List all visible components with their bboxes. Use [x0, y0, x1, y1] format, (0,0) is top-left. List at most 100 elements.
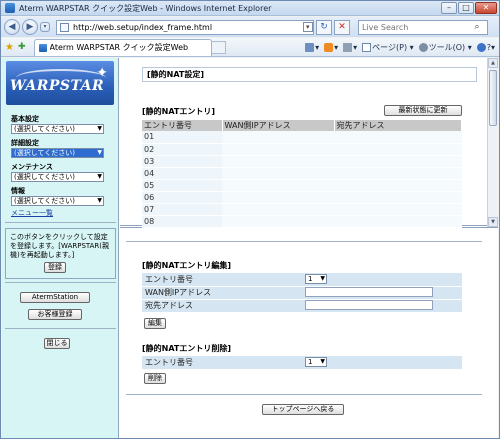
aterm-station-button[interactable]: AtermStation	[20, 292, 90, 303]
page-content: ✦ WARPSTAR 基本設定 (選択してください) ▼ 詳細設定 (選択してくだ…	[2, 58, 498, 438]
edit-entry-select[interactable]: 1 ▼	[305, 274, 327, 285]
destination-cell	[334, 191, 462, 204]
destination-cell	[334, 179, 462, 192]
menu-basic-label: 基本設定	[11, 115, 39, 123]
entry-section-title: [静的NATエントリ]	[142, 107, 216, 116]
menu-detail-select[interactable]: (選択してください) ▼	[11, 148, 104, 158]
edit-entry-cell: 1 ▼	[302, 273, 462, 287]
destination-cell	[334, 143, 462, 156]
scroll-down-icon[interactable]: ▼	[488, 217, 498, 227]
tools-menu[interactable]: ツール(O) ▾	[418, 42, 472, 53]
tab-active[interactable]: Aterm WARPSTAR クイック設定Web	[33, 38, 212, 56]
refresh-icon[interactable]: ↻	[316, 19, 332, 35]
favorites-star-icon[interactable]: ★	[5, 42, 14, 53]
table-header-row: エントリ番号 WAN側IPアドレス 宛先アドレス	[142, 120, 462, 131]
register-button[interactable]: 登録	[44, 262, 66, 273]
scroll-thumb[interactable]	[489, 70, 497, 126]
delete-entry-label: エントリ番号	[142, 356, 302, 370]
destination-cell	[334, 203, 462, 216]
browser-window: Aterm WARPSTAR クイック設定Web - Windows Inter…	[0, 0, 500, 439]
search-input[interactable]	[359, 20, 469, 34]
menu-info-label: 情報	[11, 187, 25, 195]
address-dropdown-icon[interactable]: ▾	[303, 22, 313, 32]
menu-detail: 詳細設定 (選択してください) ▼	[11, 138, 104, 158]
search-icon[interactable]: ⌕	[469, 22, 485, 32]
dest-label: 宛先アドレス	[142, 299, 302, 313]
entry-number-cell: 05	[142, 179, 222, 192]
tools-menu-label[interactable]: ツール(O) ▾	[429, 43, 472, 52]
dest-input[interactable]	[305, 299, 433, 310]
table-row: 08	[142, 215, 462, 228]
close-page-button[interactable]: 閉じる	[44, 338, 70, 349]
maximize-button[interactable]: □	[458, 2, 474, 14]
page-menu[interactable]: ページ(P) ▾	[362, 42, 414, 53]
wan-ip-input[interactable]	[305, 286, 433, 297]
recent-pages-icon[interactable]: ▾	[40, 22, 50, 32]
wan-ip-row: WAN側IPアドレス	[142, 286, 462, 300]
print-icon	[343, 42, 353, 52]
delete-entry-cell: 1 ▼	[302, 356, 462, 370]
address-row: ◀ ▶ ▾ http://web.setup/index_frame.html …	[1, 17, 499, 37]
home-dropdown[interactable]: ▾	[315, 43, 319, 52]
wan-ip-cell	[222, 131, 334, 144]
stop-icon[interactable]: ✕	[334, 19, 350, 35]
col-entry-number: エントリ番号	[142, 120, 223, 131]
address-bar[interactable]: http://web.setup/index_frame.html ▾	[56, 19, 314, 35]
menu-maintenance-label: メンテナンス	[11, 163, 53, 171]
menu-info-select[interactable]: (選択してください) ▼	[11, 196, 104, 206]
page-icon	[60, 22, 69, 32]
sidebar-divider	[5, 328, 116, 329]
minimize-button[interactable]: –	[441, 2, 457, 14]
section-divider	[126, 241, 482, 242]
gear-icon	[418, 42, 428, 52]
home-button[interactable]: ▾	[305, 42, 319, 52]
edit-button[interactable]: 編集	[144, 318, 166, 329]
command-bar: ★ ✚ Aterm WARPSTAR クイック設定Web ▾ ▾ ▾ ページ(P…	[1, 38, 499, 57]
feeds-icon	[324, 42, 334, 52]
feeds-dropdown[interactable]: ▾	[334, 43, 338, 52]
wan-ip-cell	[302, 286, 462, 300]
section-divider	[126, 394, 482, 395]
search-box[interactable]: ⌕	[358, 19, 488, 35]
add-favorites-icon[interactable]: ✚	[18, 42, 26, 52]
sidebar-divider	[5, 222, 116, 223]
menu-basic-select[interactable]: (選択してください) ▼	[11, 124, 104, 134]
help-menu-label[interactable]: ?▾	[487, 43, 495, 52]
top-frame-scrollbar[interactable]: ▲ ▼	[487, 58, 498, 227]
window-title: Aterm WARPSTAR クイック設定Web - Windows Inter…	[19, 3, 272, 13]
delete-button[interactable]: 削除	[144, 373, 166, 384]
wan-ip-cell	[222, 179, 334, 192]
help-icon	[476, 42, 486, 52]
print-button[interactable]: ▾	[343, 42, 357, 52]
home-icon	[305, 42, 315, 52]
entry-number-cell: 01	[142, 131, 222, 144]
wan-ip-cell	[222, 215, 334, 228]
wan-ip-cell	[222, 155, 334, 168]
print-dropdown[interactable]: ▾	[353, 43, 357, 52]
edit-section-title: [静的NATエントリ編集]	[142, 261, 232, 270]
page-menu-label[interactable]: ページ(P) ▾	[372, 43, 413, 52]
refresh-state-button[interactable]: 最新状態に更新	[384, 105, 462, 116]
entry-number-cell: 04	[142, 167, 222, 180]
close-window-button[interactable]: ✕	[475, 2, 497, 14]
destination-cell	[334, 167, 462, 180]
menu-maintenance: メンテナンス (選択してください) ▼	[11, 162, 104, 182]
help-menu[interactable]: ?▾	[476, 42, 495, 52]
sidebar-divider	[5, 282, 116, 283]
entry-number-cell: 03	[142, 155, 222, 168]
customer-register-button[interactable]: お客様登録	[28, 309, 82, 320]
menu-list-link[interactable]: メニュー一覧	[11, 208, 53, 218]
delete-entry-value: 1	[308, 358, 313, 367]
scroll-up-icon[interactable]: ▲	[488, 58, 498, 68]
menu-info: 情報 (選択してください) ▼	[11, 186, 104, 206]
delete-entry-select[interactable]: 1 ▼	[305, 357, 327, 368]
forward-icon[interactable]: ▶	[22, 19, 38, 35]
menu-maintenance-select[interactable]: (選択してください) ▼	[11, 172, 104, 182]
new-tab-button[interactable]	[211, 40, 226, 54]
address-url[interactable]: http://web.setup/index_frame.html	[73, 23, 303, 32]
feeds-button[interactable]: ▾	[324, 42, 338, 52]
dest-row: 宛先アドレス	[142, 299, 462, 313]
back-icon[interactable]: ◀	[4, 19, 20, 35]
top-page-button[interactable]: トップページへ戻る	[262, 404, 344, 415]
register-note-text: このボタンをクリックして設定を登録します。[WARPSTAR(親機)を再起動しま…	[10, 233, 110, 259]
